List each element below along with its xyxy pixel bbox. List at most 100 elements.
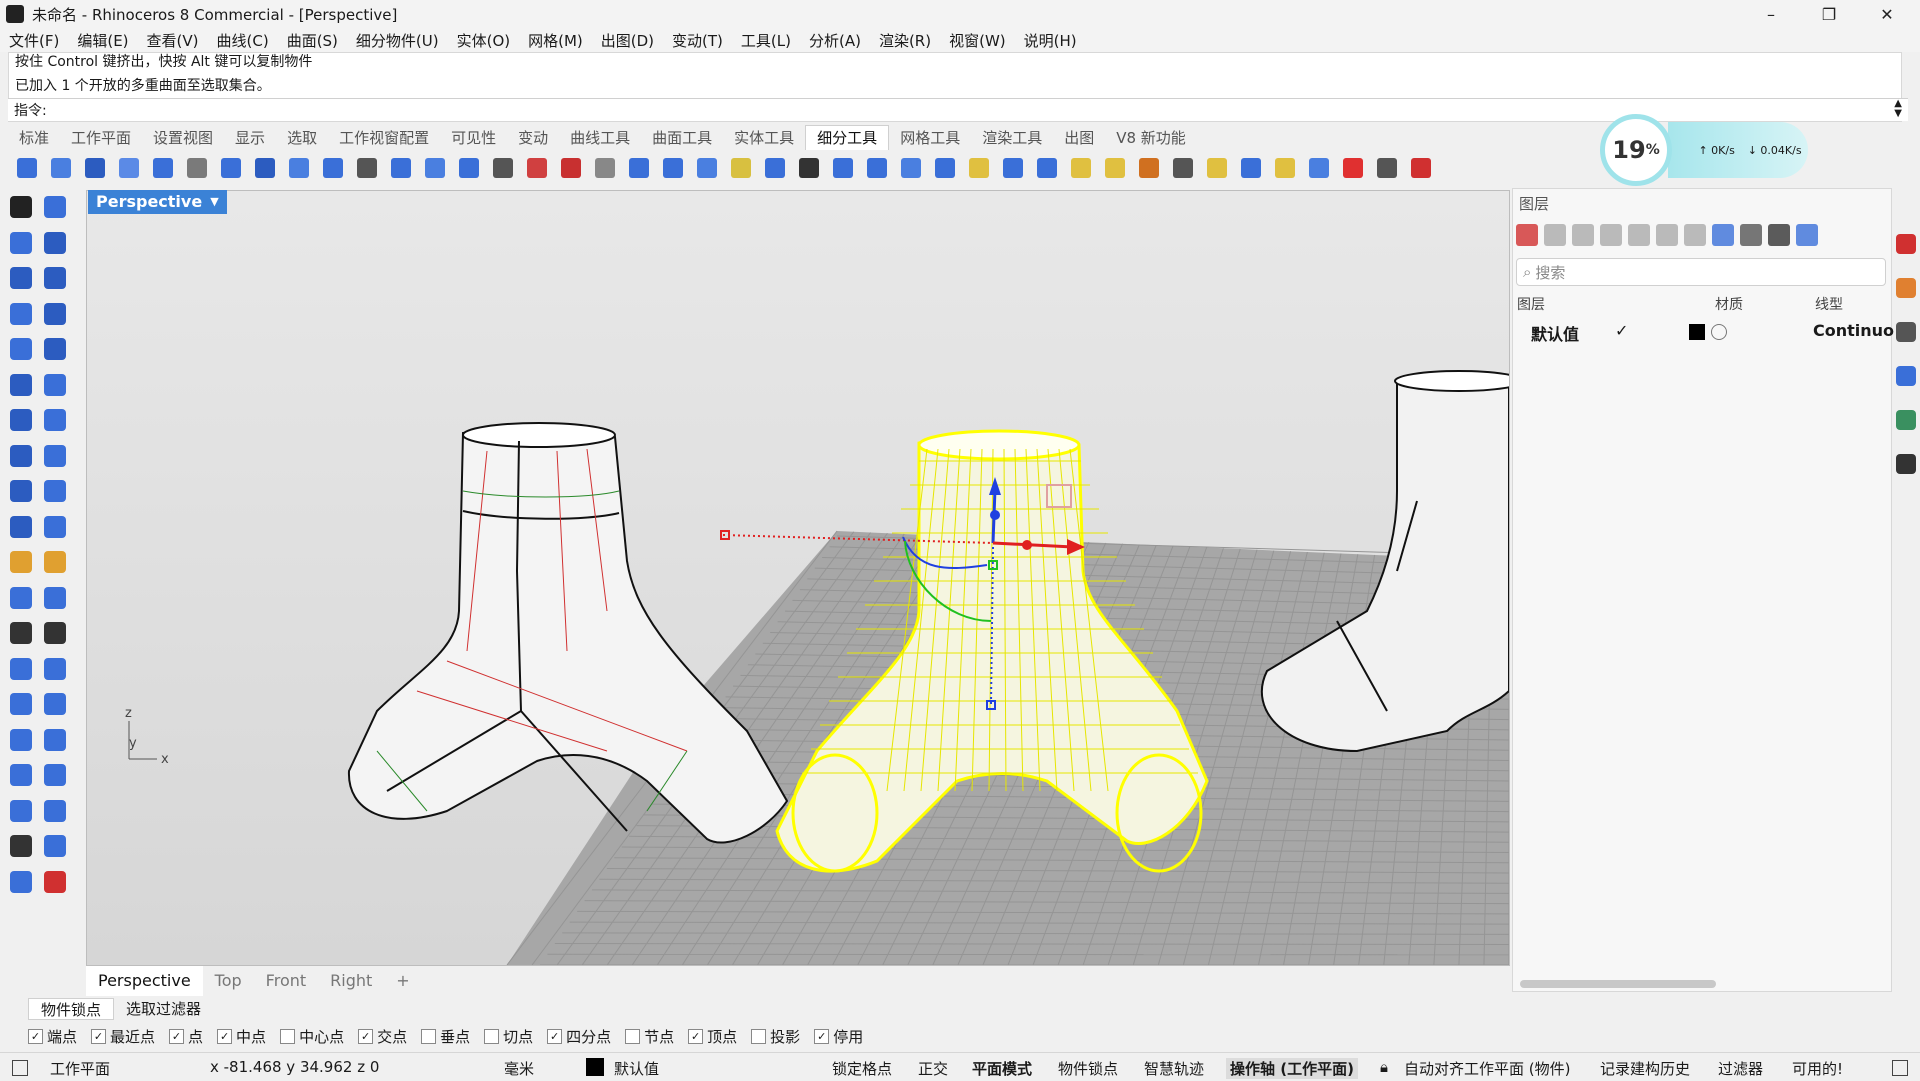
left-tool-icon[interactable]: [40, 441, 70, 471]
viewport-tab[interactable]: Front: [254, 966, 318, 996]
toolbar-tool-icon[interactable]: [12, 154, 42, 182]
left-tool-icon[interactable]: [6, 228, 36, 258]
toolbar-tool-icon[interactable]: [1372, 154, 1402, 182]
toolbar-tab[interactable]: 设置视图: [142, 126, 224, 150]
panel-switch-icon[interactable]: [1896, 454, 1916, 474]
minimize-button[interactable]: –: [1742, 0, 1800, 28]
toolbar-tool-icon[interactable]: [726, 154, 756, 182]
checkbox-checked-icon[interactable]: ✓: [814, 1028, 830, 1044]
toolbar-tool-icon[interactable]: [1338, 154, 1368, 182]
layers-tool-icon[interactable]: [1712, 224, 1734, 246]
toolbar-tool-icon[interactable]: [862, 154, 892, 182]
toolbar-tool-icon[interactable]: [1066, 154, 1096, 182]
toolbar-tool-icon[interactable]: [216, 154, 246, 182]
panel-scrollbar[interactable]: [1520, 980, 1716, 988]
left-tool-icon[interactable]: [6, 867, 36, 897]
osnap-checkbox[interactable]: ✓ 四分点: [547, 1026, 611, 1047]
osnap-checkbox[interactable]: 切点: [484, 1026, 533, 1047]
layers-tool-icon[interactable]: [1796, 224, 1818, 246]
left-tool-icon[interactable]: [40, 689, 70, 719]
status-filter[interactable]: 过滤器: [1718, 1058, 1763, 1079]
toolbar-tool-icon[interactable]: [318, 154, 348, 182]
osnap-checkbox[interactable]: ✓ 顶点: [688, 1026, 737, 1047]
left-tool-icon[interactable]: [6, 796, 36, 826]
toolbar-tool-icon[interactable]: [896, 154, 926, 182]
layers-tool-icon[interactable]: [1768, 224, 1790, 246]
left-tool-icon[interactable]: [40, 299, 70, 329]
menu-item[interactable]: 文件(F): [0, 30, 68, 51]
toolbar-tool-icon[interactable]: [284, 154, 314, 182]
left-tool-icon[interactable]: [6, 512, 36, 542]
osnap-checkbox[interactable]: ✓ 最近点: [91, 1026, 155, 1047]
toolbar-tool-icon[interactable]: [556, 154, 586, 182]
osnap-checkbox[interactable]: 中心点: [280, 1026, 344, 1047]
left-tool-icon[interactable]: [40, 654, 70, 684]
viewport-title-tab[interactable]: Perspective ▼: [88, 190, 227, 214]
toolbar-tool-icon[interactable]: [1168, 154, 1198, 182]
left-tool-icon[interactable]: [6, 299, 36, 329]
toolbar-tool-icon[interactable]: [1100, 154, 1130, 182]
osnap-checkbox[interactable]: ✓ 端点: [28, 1026, 77, 1047]
status-osnap[interactable]: 物件锁点: [1058, 1058, 1118, 1079]
toolbar-tool-icon[interactable]: [692, 154, 722, 182]
osnap-checkbox[interactable]: ✓ 中点: [217, 1026, 266, 1047]
layer-material-icon[interactable]: [1711, 324, 1727, 340]
left-tool-icon[interactable]: [40, 796, 70, 826]
toolbar-tab[interactable]: 曲面工具: [641, 126, 723, 150]
restore-button[interactable]: ❐: [1800, 0, 1858, 28]
left-tool-icon[interactable]: [40, 547, 70, 577]
checkbox-checked-icon[interactable]: ✓: [688, 1028, 704, 1044]
osnap-checkbox[interactable]: ✓ 点: [169, 1026, 203, 1047]
cplane-icon[interactable]: [12, 1060, 28, 1076]
menu-item[interactable]: 说明(H): [1015, 30, 1086, 51]
left-tool-icon[interactable]: [40, 228, 70, 258]
status-layer[interactable]: 默认值: [614, 1058, 659, 1079]
toolbar-tab[interactable]: 标准: [8, 126, 60, 150]
snap-tab[interactable]: 物件锁点: [28, 998, 115, 1020]
left-tool-icon[interactable]: [6, 547, 36, 577]
panel-switch-icon[interactable]: [1896, 278, 1916, 298]
status-grid-snap[interactable]: 锁定格点: [832, 1058, 892, 1079]
checkbox-empty-icon[interactable]: [421, 1028, 437, 1044]
checkbox-empty-icon[interactable]: [625, 1028, 641, 1044]
left-tool-icon[interactable]: [40, 831, 70, 861]
toolbar-tab[interactable]: 实体工具: [723, 126, 805, 150]
left-tool-icon[interactable]: [40, 583, 70, 613]
status-smarttrack[interactable]: 智慧轨迹: [1144, 1058, 1204, 1079]
menu-item[interactable]: 曲面(S): [278, 30, 347, 51]
status-history[interactable]: 记录建构历史: [1600, 1058, 1690, 1079]
menu-item[interactable]: 查看(V): [138, 30, 208, 51]
checkbox-checked-icon[interactable]: ✓: [169, 1028, 185, 1044]
toolbar-tab[interactable]: 显示: [224, 126, 276, 150]
layers-tool-icon[interactable]: [1628, 224, 1650, 246]
checkbox-checked-icon[interactable]: ✓: [28, 1028, 43, 1044]
toolbar-tool-icon[interactable]: [420, 154, 450, 182]
osnap-checkbox[interactable]: ✓ 停用: [814, 1026, 863, 1047]
left-tool-icon[interactable]: [40, 263, 70, 293]
layers-tool-icon[interactable]: [1544, 224, 1566, 246]
menu-item[interactable]: 曲线(C): [208, 30, 278, 51]
osnap-checkbox[interactable]: ✓ 交点: [358, 1026, 407, 1047]
toolbar-tab[interactable]: V8 新功能: [1105, 126, 1197, 150]
checkbox-empty-icon[interactable]: [484, 1028, 500, 1044]
toolbar-tool-icon[interactable]: [522, 154, 552, 182]
toolbar-tool-icon[interactable]: [454, 154, 484, 182]
left-y-branch-object[interactable]: [347, 422, 789, 844]
viewport-tab[interactable]: Right: [318, 966, 384, 996]
left-tool-icon[interactable]: [6, 654, 36, 684]
toolbar-tool-icon[interactable]: [624, 154, 654, 182]
toolbar-tool-icon[interactable]: [1406, 154, 1436, 182]
left-tool-icon[interactable]: [6, 831, 36, 861]
toolbar-tab[interactable]: 曲线工具: [559, 126, 641, 150]
left-tool-icon[interactable]: [6, 476, 36, 506]
toolbar-tab[interactable]: 网格工具: [889, 126, 971, 150]
left-tool-icon[interactable]: [40, 192, 70, 222]
layers-tool-icon[interactable]: [1656, 224, 1678, 246]
menu-item[interactable]: 变动(T): [663, 30, 732, 51]
toolbar-tool-icon[interactable]: [386, 154, 416, 182]
toolbar-tab[interactable]: 工作平面: [60, 126, 142, 150]
toolbar-tab[interactable]: 细分工具: [805, 125, 890, 150]
menu-item[interactable]: 出图(D): [592, 30, 663, 51]
status-units[interactable]: 毫米: [504, 1058, 534, 1079]
left-tool-icon[interactable]: [40, 334, 70, 364]
